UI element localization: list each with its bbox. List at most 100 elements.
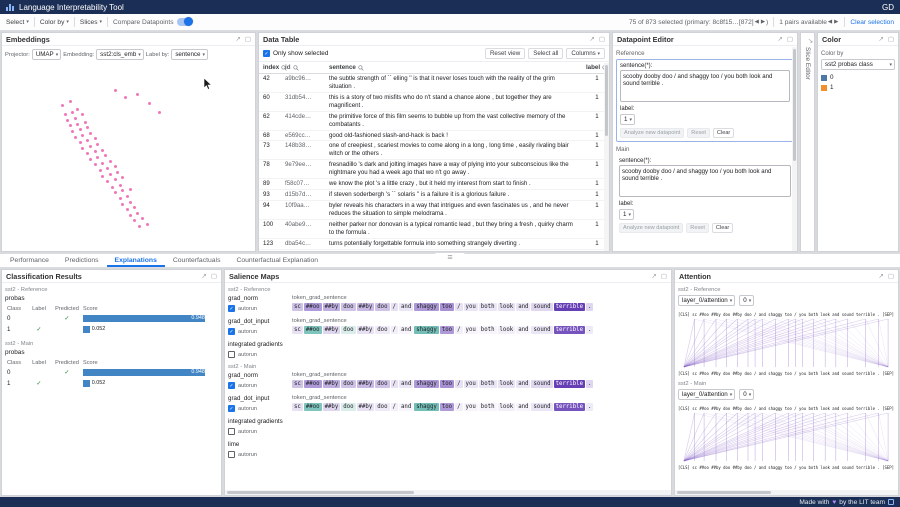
table-row[interactable]: 68e569cc…good old-fashioned slash-and-ha…: [259, 131, 609, 142]
color-by-select[interactable]: sst2 probas class▾: [821, 59, 895, 70]
clear-button[interactable]: Clear: [712, 223, 733, 233]
salience-token[interactable]: shaggy: [414, 326, 439, 334]
label-select[interactable]: 1▾: [620, 114, 635, 125]
next-datapoint-button[interactable]: ▶: [761, 19, 765, 25]
datapoint-dot[interactable]: [136, 93, 139, 96]
datapoint-dot[interactable]: [141, 217, 144, 220]
datapoint-dot[interactable]: [81, 113, 84, 116]
salience-token[interactable]: ##by: [323, 326, 341, 334]
popout-icon[interactable]: ↗: [589, 35, 594, 43]
salience-token[interactable]: and: [399, 403, 413, 411]
autorun-checkbox[interactable]: ✓: [228, 328, 235, 335]
salience-token[interactable]: doo: [341, 403, 355, 411]
popout-icon[interactable]: ↗: [878, 272, 883, 280]
table-row[interactable]: 89f58c07…we know the plot 's a little cr…: [259, 179, 609, 190]
salience-token[interactable]: sc: [292, 303, 303, 311]
salience-token[interactable]: doo: [341, 303, 355, 311]
select-all-button[interactable]: Select all: [528, 48, 563, 59]
salience-token[interactable]: shaggy: [414, 403, 439, 411]
salience-token[interactable]: /: [391, 380, 398, 388]
popout-icon[interactable]: ↗: [878, 35, 883, 43]
salience-token[interactable]: sound: [531, 303, 552, 311]
labelby-select[interactable]: sentence▾: [171, 49, 208, 60]
sentence-textarea[interactable]: scooby dooby doo / and shaggy too / you …: [619, 165, 791, 197]
maximize-icon[interactable]: ▢: [245, 35, 251, 43]
analyze-new-datapoint-button[interactable]: Analyze new datapoint: [620, 128, 684, 138]
datapoint-dot[interactable]: [74, 117, 77, 120]
datapoint-dot[interactable]: [158, 111, 161, 114]
salience-token[interactable]: and: [399, 303, 413, 311]
attention-layer-select[interactable]: layer_0/attention▾: [678, 389, 735, 400]
datapoint-dot[interactable]: [94, 163, 97, 166]
slice-editor-collapsed-tab[interactable]: ↗ Slice Editor: [800, 32, 815, 252]
attention-layer-select[interactable]: layer_0/attention▾: [678, 295, 735, 306]
salience-token[interactable]: both: [479, 403, 497, 411]
autorun-checkbox[interactable]: [228, 451, 235, 458]
salience-token[interactable]: and: [399, 326, 413, 334]
salience-token[interactable]: /: [391, 303, 398, 311]
datapoint-dot[interactable]: [69, 100, 72, 103]
salience-token[interactable]: you: [464, 303, 478, 311]
embedding-scatter[interactable]: [4, 63, 253, 249]
salience-token[interactable]: ##by: [357, 303, 375, 311]
salience-token[interactable]: /: [391, 403, 398, 411]
datapoint-dot[interactable]: [99, 169, 102, 172]
datapoint-dot[interactable]: [76, 108, 79, 111]
datapoint-dot[interactable]: [69, 124, 72, 127]
tab-performance[interactable]: Performance: [2, 254, 57, 267]
sentence-textarea[interactable]: scooby dooby doo / and shaggy too / you …: [620, 70, 790, 102]
datapoint-dot[interactable]: [129, 188, 132, 191]
salience-token[interactable]: and: [516, 326, 530, 334]
column-header-id[interactable]: id: [285, 64, 329, 71]
horizontal-scrollbar[interactable]: [225, 490, 671, 495]
table-row[interactable]: 93d15b7d…if steven soderbergh 's `` sola…: [259, 190, 609, 201]
datapoint-dot[interactable]: [146, 223, 149, 226]
clear-button[interactable]: Clear: [713, 128, 734, 138]
salience-token[interactable]: /: [455, 326, 462, 334]
autorun-checkbox[interactable]: ✓: [228, 405, 235, 412]
salience-token[interactable]: ##by: [323, 303, 341, 311]
popout-icon[interactable]: ↗: [235, 35, 240, 43]
table-row[interactable]: 42a9bc96…the subtle strength of `` ellin…: [259, 74, 609, 93]
tab-counterfactuals[interactable]: Counterfactuals: [165, 254, 229, 267]
datapoint-dot[interactable]: [114, 191, 117, 194]
salience-token[interactable]: ##oo: [304, 403, 322, 411]
popout-icon[interactable]: ↗: [201, 272, 206, 280]
maximize-icon[interactable]: ▢: [211, 272, 217, 280]
datapoint-dot[interactable]: [138, 225, 141, 228]
salience-token[interactable]: /: [391, 326, 398, 334]
salience-token[interactable]: /: [455, 403, 462, 411]
salience-token[interactable]: you: [464, 380, 478, 388]
datapoint-dot[interactable]: [79, 141, 82, 144]
reset-button[interactable]: Reset: [686, 223, 709, 233]
column-header-sentence[interactable]: sentence: [329, 64, 585, 71]
salience-token[interactable]: ##oo: [304, 380, 322, 388]
salience-token[interactable]: too: [440, 326, 454, 334]
salience-token[interactable]: ##by: [357, 403, 375, 411]
datapoint-dot[interactable]: [71, 130, 74, 133]
columns-button[interactable]: Columns ▾: [566, 48, 605, 59]
datapoint-dot[interactable]: [101, 149, 104, 152]
vertical-scrollbar[interactable]: [792, 47, 797, 251]
salience-token[interactable]: .: [586, 380, 593, 388]
tab-counterfactual-explanation[interactable]: Counterfactual Explanation: [228, 254, 326, 267]
salience-token[interactable]: shaggy: [414, 380, 439, 388]
clear-selection-button[interactable]: Clear selection: [850, 19, 894, 26]
reset-button[interactable]: Reset: [687, 128, 710, 138]
table-row[interactable]: 9410f9aa…byler reveals his characters in…: [259, 201, 609, 220]
datapoint-dot[interactable]: [104, 154, 107, 157]
salience-token[interactable]: sc: [292, 380, 303, 388]
salience-token[interactable]: doo: [375, 403, 389, 411]
horizontal-scrollbar[interactable]: [675, 490, 898, 495]
datapoint-dot[interactable]: [111, 186, 114, 189]
popout-icon[interactable]: ↗: [651, 272, 656, 280]
salience-token[interactable]: and: [516, 380, 530, 388]
salience-token[interactable]: and: [516, 403, 530, 411]
salience-token[interactable]: sound: [531, 403, 552, 411]
datapoint-dot[interactable]: [94, 150, 97, 153]
salience-token[interactable]: doo: [341, 380, 355, 388]
salience-token[interactable]: /: [455, 380, 462, 388]
datapoint-dot[interactable]: [76, 123, 79, 126]
column-header-index[interactable]: index: [259, 64, 285, 71]
datapoint-dot[interactable]: [89, 132, 92, 135]
